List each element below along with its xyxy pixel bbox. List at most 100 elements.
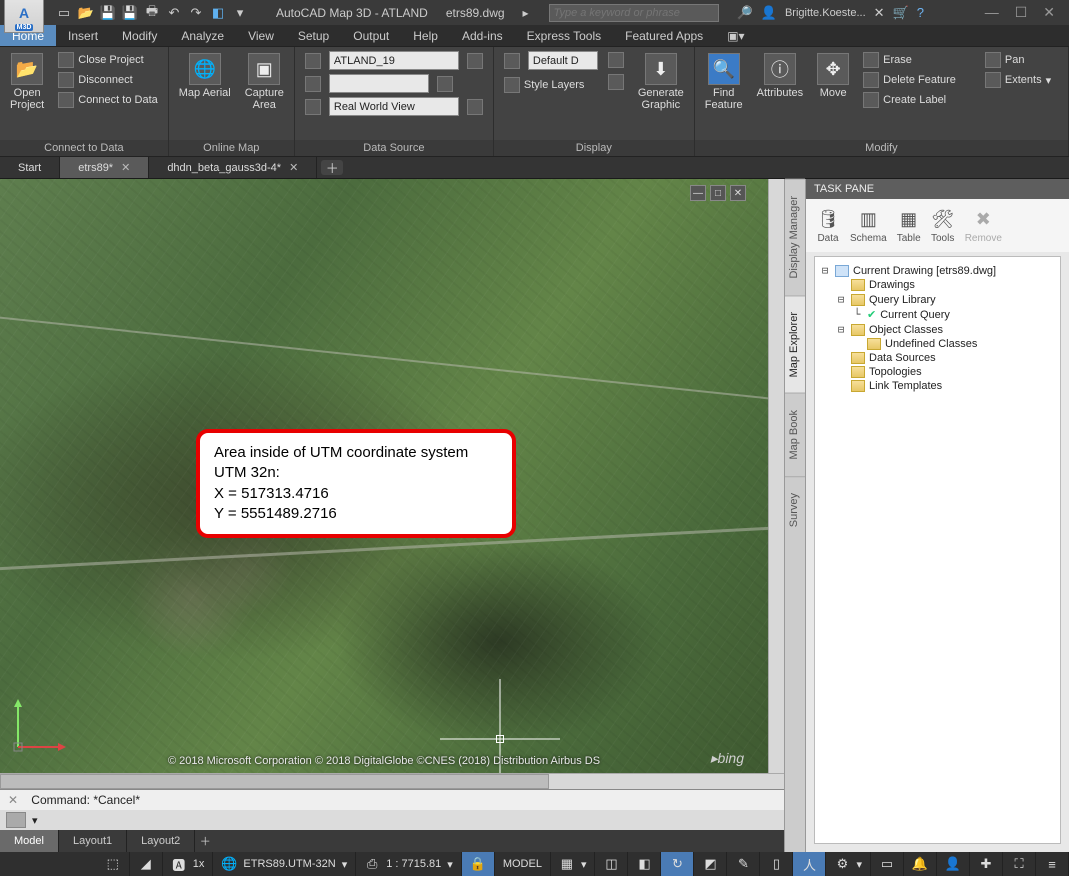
tab-help[interactable]: Help [401,25,450,46]
sb-grid[interactable]: ▦▾ [551,852,596,876]
plot-icon[interactable]: 🖶 [144,5,160,21]
sb-item[interactable]: 🔔 [904,852,937,876]
command-input-row[interactable]: ▾ [0,810,784,830]
tab-view[interactable]: View [236,25,286,46]
tab-output[interactable]: Output [341,25,401,46]
ds-icon1[interactable] [301,52,325,70]
cmd-close-icon[interactable]: ✕ [8,793,18,807]
tab-modify[interactable]: Modify [110,25,169,46]
tp-schema-button[interactable]: ▥Schema [850,207,887,244]
tab-expresstools[interactable]: Express Tools [515,25,613,46]
sb-item[interactable]: ▯ [760,852,793,876]
connect-to-data-button[interactable]: Connect to Data [54,91,162,109]
binoculars-icon[interactable]: 🔎 [737,5,753,21]
undo-icon[interactable]: ↶ [166,5,182,21]
sb-item[interactable]: ◧ [628,852,661,876]
tab-insert[interactable]: Insert [56,25,110,46]
sb-isodraft[interactable]: ⬚ [97,852,130,876]
close-tab-icon[interactable]: ✕ [289,161,298,174]
vp-minimize-icon[interactable]: — [690,185,706,201]
tp-tools-button[interactable]: 🛠Tools [931,207,955,244]
sidetab-map-explorer[interactable]: Map Explorer [785,295,805,393]
sb-item[interactable]: ◩ [694,852,727,876]
sb-item[interactable]: ⛶ [1003,852,1036,876]
attributes-button[interactable]: ⓘAttributes [753,51,807,101]
doctab-start[interactable]: Start [0,157,60,178]
add-layout-button[interactable]: ＋ [195,830,215,852]
tab-featuredapps[interactable]: Featured Apps [613,25,715,46]
vp-restore-icon[interactable]: □ [710,185,726,201]
style-layers-button[interactable]: Style Layers [500,76,598,94]
extents-button[interactable]: Extents ▾ [981,71,1055,89]
close-project-button[interactable]: Close Project [54,51,162,69]
sb-item[interactable]: ✎ [727,852,760,876]
tab-addins[interactable]: Add-ins [450,25,515,46]
saveas-icon[interactable]: 💾 [122,5,138,21]
tp-table-button[interactable]: ▦Table [897,207,921,244]
tab-setup[interactable]: Setup [286,25,341,46]
sb-item[interactable]: 👤 [937,852,970,876]
close-tab-icon[interactable]: ✕ [121,161,130,174]
help-icon[interactable]: ? [917,5,924,20]
delete-feature-button[interactable]: Delete Feature [859,71,960,89]
sidetab-map-book[interactable]: Map Book [785,393,805,476]
ds-palette-icon[interactable] [301,75,325,93]
ds-layers-icon[interactable] [433,75,457,93]
display-style-icon[interactable] [500,52,524,70]
doctab-etrs89[interactable]: etrs89*✕ [60,157,149,178]
cmd-prompt-icon[interactable] [6,812,26,828]
sb-item[interactable]: ✚ [970,852,1003,876]
exchange-icon[interactable]: ✕ [874,5,885,21]
ds-globe-icon[interactable] [463,98,487,116]
sb-viewscale[interactable]: ⎙1 : 7715.81 ▾ [356,852,462,876]
sb-modelspace[interactable]: MODEL [495,852,551,876]
map-aerial-button[interactable]: 🌐 Map Aerial [175,51,235,101]
find-feature-button[interactable]: 🔍FindFeature [701,51,747,113]
vertical-scrollbar[interactable] [768,179,784,773]
sb-item[interactable]: 人 [793,852,826,876]
sb-crs[interactable]: 🌐ETRS89.UTM-32N ▾ [213,852,356,876]
open-project-button[interactable]: 📂 OpenProject [6,51,48,113]
signin-icon[interactable]: 👤 [761,5,777,21]
ribbon-collapse-icon[interactable]: ▣▾ [715,25,756,46]
sb-item[interactable]: ▭ [871,852,904,876]
maximize-icon[interactable]: ☐ [1015,4,1028,21]
sb-snap[interactable]: ◢ [130,852,163,876]
layout-tab-model[interactable]: Model [0,830,59,852]
search-input[interactable] [549,4,719,22]
sb-item[interactable]: ◫ [595,852,628,876]
minimize-icon[interactable]: — [985,4,999,21]
add-tab-button[interactable]: ＋ [321,160,343,175]
erase-button[interactable]: Erase [859,51,960,69]
ds-view-icon[interactable] [301,98,325,116]
feature-layer-combo[interactable] [329,51,459,70]
layout-tab-layout2[interactable]: Layout2 [127,830,195,852]
tp-data-button[interactable]: 🛢Data [816,207,840,244]
display-combo[interactable] [528,51,598,70]
sb-customization[interactable]: ≡ [1036,852,1069,876]
sidetab-survey[interactable]: Survey [785,476,805,543]
sb-annoscale[interactable]: 🅰1x [163,852,214,876]
sidetab-display-manager[interactable]: Display Manager [785,179,805,295]
qa-overflow-icon[interactable]: ▾ [232,5,248,21]
vp-close-icon[interactable]: ✕ [730,185,746,201]
map-explorer-tree[interactable]: ⊟Current Drawing [etrs89.dwg] Drawings ⊟… [814,256,1061,844]
save-icon[interactable]: 💾 [100,5,116,21]
close-icon[interactable]: ✕ [1043,4,1055,21]
user-name[interactable]: Brigitte.Koeste... [785,7,866,19]
display-item-icon[interactable] [604,51,628,69]
sb-item[interactable]: ⚙▾ [826,852,871,876]
app-logo[interactable]: AM3D [4,0,44,33]
title-dropdown-icon[interactable]: ▸ [523,6,529,20]
open-icon[interactable]: 📂 [78,5,94,21]
a360-icon[interactable]: ◧ [210,5,226,21]
capture-area-button[interactable]: ▣ CaptureArea [241,51,288,113]
cmd-dropdown-icon[interactable]: ▾ [32,814,38,827]
redo-icon[interactable]: ↷ [188,5,204,21]
new-icon[interactable]: ▭ [56,5,72,21]
layout-tab-layout1[interactable]: Layout1 [59,830,127,852]
tab-analyze[interactable]: Analyze [169,25,236,46]
disconnect-button[interactable]: Disconnect [54,71,162,89]
cart-icon[interactable]: 🛒 [893,5,909,21]
pan-button[interactable]: Pan [981,51,1055,69]
